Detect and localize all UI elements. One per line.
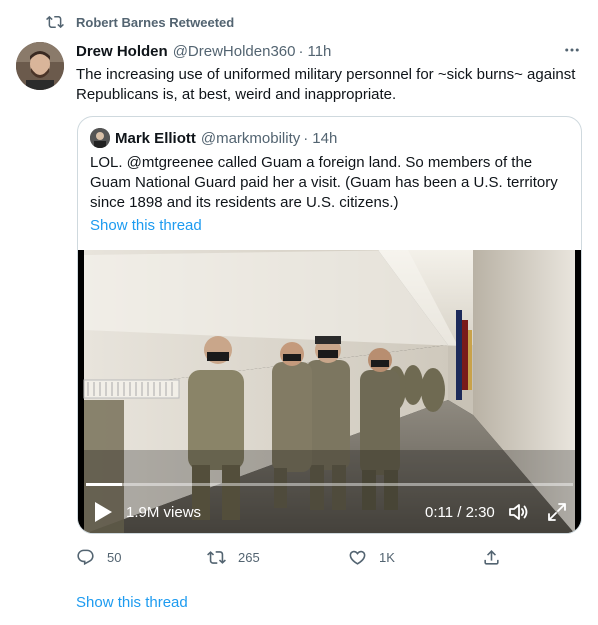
tweet-text: The increasing use of uniformed military… (76, 66, 576, 103)
fullscreen-icon[interactable] (545, 500, 569, 524)
retweet-icon (207, 550, 226, 564)
separator-dot: · (298, 42, 304, 60)
video-player[interactable]: 1.9M views 0:11 / 2:30 (78, 250, 581, 533)
retweet-banner[interactable]: Robert Barnes Retweeted (46, 12, 234, 32)
retweet-icon (46, 15, 64, 29)
reply-button[interactable]: 50 (76, 546, 121, 568)
volume-icon[interactable] (506, 500, 530, 524)
tweet[interactable]: Drew Holden @DrewHolden360 · 11h The inc… (76, 40, 586, 105)
play-icon[interactable] (92, 500, 114, 524)
quote-text: LOL. @mtgreenee called Guam a foreign la… (90, 154, 558, 211)
retweet-banner-text: Robert Barnes Retweeted (76, 14, 235, 30)
share-icon (484, 549, 499, 565)
more-button[interactable] (562, 40, 582, 60)
quote-avatar (90, 128, 110, 148)
tweet-time[interactable]: 11h (307, 43, 331, 60)
video-frame (78, 250, 581, 533)
more-horizontal-icon (565, 48, 579, 52)
video-progress-bar[interactable] (86, 483, 573, 486)
reply-count: 50 (107, 549, 122, 565)
quote-header: Mark Elliott @markmobility · 14h (90, 127, 337, 149)
quote-separator-dot: · (303, 129, 309, 147)
tweet-actions: 50 265 1K (76, 546, 506, 568)
tweet-header: Drew Holden @DrewHolden360 · 11h (76, 40, 586, 62)
like-count: 1K (379, 549, 395, 565)
reply-icon (77, 549, 94, 565)
retweet-button[interactable]: 265 (207, 546, 260, 568)
video-progress-fill (86, 483, 122, 486)
quote-show-thread-link[interactable]: Show this thread (90, 217, 202, 234)
avatar-image (16, 42, 64, 90)
like-button[interactable]: 1K (348, 546, 395, 568)
retweet-count: 265 (238, 549, 260, 565)
author-handle[interactable]: @DrewHolden360 (173, 43, 296, 60)
quote-time: 14h (312, 129, 338, 147)
heart-icon (349, 550, 366, 565)
author-name[interactable]: Drew Holden (76, 43, 168, 60)
video-timecode: 0:11 / 2:30 (425, 504, 495, 521)
quoted-tweet[interactable]: Mark Elliott @markmobility · 14h LOL. @m… (77, 116, 582, 534)
video-controls: 1.9M views 0:11 / 2:30 (78, 494, 581, 530)
quote-author-handle: @markmobility (200, 129, 301, 147)
video-views: 1.9M views (126, 504, 202, 521)
avatar[interactable] (16, 42, 64, 90)
show-thread-link[interactable]: Show this thread (76, 594, 188, 611)
quote-author-name: Mark Elliott (115, 129, 196, 147)
share-button[interactable] (482, 546, 513, 568)
